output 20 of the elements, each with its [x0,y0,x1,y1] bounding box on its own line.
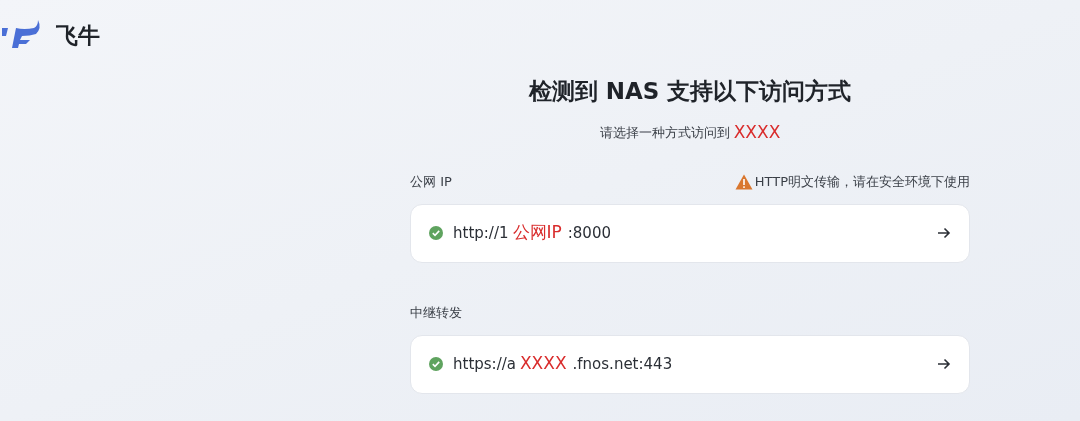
method-label: 中继转发 [410,303,462,322]
url-text: .fnos.net:443 [572,353,673,375]
check-circle-icon [429,357,443,371]
url-text: http://1 [453,222,509,244]
page-title: 检测到 NAS 支持以下访问方式 [528,77,852,106]
redaction-mark: 公网IP [512,221,562,245]
redaction-mark: XXXX [519,352,567,376]
warning-icon [734,173,753,190]
redaction-mark: XXXX [733,121,781,144]
url-text: https://a [453,353,516,375]
check-circle-icon [429,226,443,240]
subtitle: 请选择一种方式访问到 [599,124,730,142]
warning-text: HTTP明文传输，请在安全环境下使用 [754,172,970,191]
method-label: 公网 IP [410,172,452,191]
brand-name: 飞牛 [56,21,100,50]
access-option[interactable]: http://1 公网IP :8000 [410,203,970,263]
arrow-right-icon [937,358,951,370]
arrow-right-icon [937,227,951,239]
url-text: :8000 [567,222,611,244]
access-option[interactable]: https://a XXXX .fnos.net:443 [410,334,970,394]
